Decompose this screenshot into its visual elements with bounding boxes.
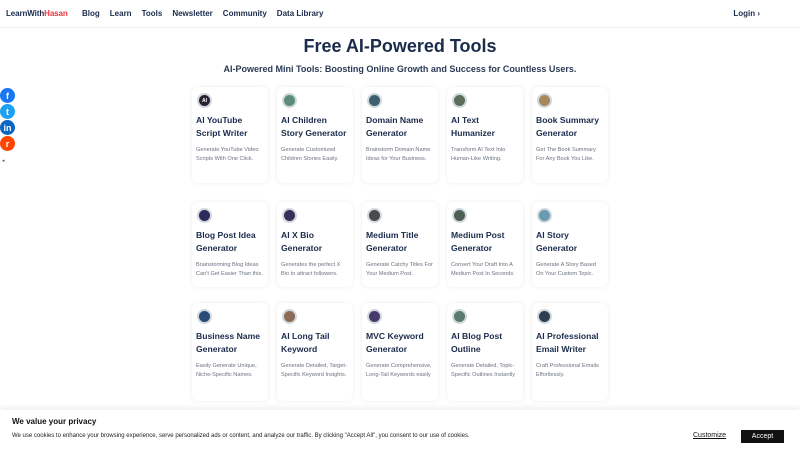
medium-post-icon: [452, 208, 467, 223]
tool-card[interactable]: Medium Post Generator Convert Your Draft …: [447, 202, 523, 287]
tool-description: Generate YouTube Video Scripts With One …: [196, 147, 259, 162]
x-bio-icon: [282, 208, 297, 223]
ai-icon: AI: [197, 93, 212, 108]
tool-title: Blog Post Idea Generator: [196, 230, 256, 253]
tool-card[interactable]: AI Children Story Generator Generate Cust…: [277, 87, 353, 183]
tool-description: Easily Generate Unique, Niche-Specific N…: [196, 363, 257, 378]
login-link[interactable]: Login ›: [733, 9, 760, 18]
nav-tools[interactable]: Tools: [142, 9, 163, 18]
tool-card[interactable]: AI X Bio Generator Generates the perfect …: [277, 202, 353, 287]
tool-description: Generate Catchy Titles For Your Medium P…: [366, 262, 433, 277]
tool-card[interactable]: Blog Post Idea Generator Brainstorming Bl…: [192, 202, 268, 287]
tool-title: AI Text Humanizer: [451, 115, 495, 138]
nav-learn[interactable]: Learn: [110, 9, 132, 18]
medium-title-icon: [367, 208, 382, 223]
tool-card[interactable]: Business Name Generator Easily Generate U…: [192, 303, 268, 401]
tool-description: Craft Professional Emails Effortlessly.: [536, 363, 599, 378]
cookie-text: We use cookies to enhance your browsing …: [12, 433, 470, 439]
logo-text-hasan: Hasan: [44, 9, 68, 18]
page-title: Free AI-Powered Tools: [303, 36, 497, 56]
humanizer-icon: [452, 93, 467, 108]
tool-title: AI X Bio Generator: [281, 230, 323, 253]
tool-card[interactable]: AI Text Humanizer Transform AI Text Into …: [447, 87, 523, 183]
tool-card[interactable]: AI Story Generator Generate A Story Based…: [532, 202, 608, 287]
tool-title: AI Story Generator: [536, 230, 578, 253]
tool-card[interactable]: Medium Title Generator Generate Catchy Ti…: [362, 202, 438, 287]
facebook-icon[interactable]: f: [0, 88, 15, 103]
tool-description: Generate Comprehensive, Long-Tail Keywor…: [366, 363, 432, 378]
customize-button[interactable]: Customize: [693, 432, 726, 439]
tool-description: Brainstorm Domain Name Ideas for Your Bu…: [366, 147, 431, 162]
top-navbar: LearnWithHasan Blog Learn Tools Newslett…: [0, 0, 800, 28]
tool-card[interactable]: AI Professional Email Writer Craft Profes…: [532, 303, 608, 401]
cookie-banner: We value your privacy We use cookies to …: [0, 410, 800, 450]
tool-title: AI Professional Email Writer: [536, 331, 599, 354]
nav-links: Blog Learn Tools Newsletter Community Da…: [82, 9, 323, 18]
tool-title: AI Blog Post Outline: [451, 331, 503, 354]
tool-description: Brainstorming Blog Ideas Can't Get Easie…: [196, 262, 263, 277]
tool-description: Transform AI Text Into Human-Like Writin…: [451, 147, 506, 162]
domain-icon: [367, 93, 382, 108]
site-logo[interactable]: LearnWithHasan: [6, 9, 68, 18]
tool-title: Medium Title Generator: [366, 230, 419, 253]
hide-share-icon[interactable]: ◂: [2, 158, 5, 164]
tool-description: Generate A Story Based On Your Custom To…: [536, 262, 597, 277]
tool-card[interactable]: AI AI YouTube Script Writer Generate YouTu…: [192, 87, 268, 183]
tool-card[interactable]: Book Summary Generator Get The Book Summa…: [532, 87, 608, 183]
outline-icon: [452, 309, 467, 324]
nav-blog[interactable]: Blog: [82, 9, 100, 18]
business-name-icon: [197, 309, 212, 324]
tool-title: Domain Name Generator: [366, 115, 424, 138]
tool-title: AI Children Story Generator: [281, 115, 347, 138]
tool-card[interactable]: AI Long Tail Keyword Generate Detailed, T…: [277, 303, 353, 401]
tool-description: Generate Customized Children Stories Eas…: [281, 147, 339, 162]
tool-title: AI YouTube Script Writer: [196, 115, 248, 138]
tool-description: Convert Your Draft Into A Medium Post In…: [451, 262, 515, 277]
nav-data-library[interactable]: Data Library: [277, 9, 324, 18]
tool-description: Generates the perfect X Bio to attract f…: [281, 262, 341, 277]
book-icon: [537, 93, 552, 108]
long-tail-icon: [282, 309, 297, 324]
nav-community[interactable]: Community: [223, 9, 267, 18]
tool-description: Generate Detailed, Target-Specific Keywo…: [281, 363, 347, 378]
nav-newsletter[interactable]: Newsletter: [172, 9, 212, 18]
mvc-keyword-icon: [367, 309, 382, 324]
cookie-title: We value your privacy: [12, 417, 97, 426]
story-icon: [537, 208, 552, 223]
email-icon: [537, 309, 552, 324]
blog-idea-icon: [197, 208, 212, 223]
page-subtitle: AI-Powered Mini Tools: Boosting Online G…: [223, 64, 577, 74]
tool-title: Business Name Generator: [196, 331, 261, 354]
reddit-icon[interactable]: r: [0, 136, 15, 151]
tool-title: AI Long Tail Keyword: [281, 331, 330, 354]
accept-button[interactable]: Accept: [741, 430, 784, 443]
tool-card[interactable]: MVC Keyword Generator Generate Comprehens…: [362, 303, 438, 401]
tool-description: Get The Book Summary For Any Book You Li…: [536, 147, 596, 162]
tool-card[interactable]: Domain Name Generator Brainstorm Domain N…: [362, 87, 438, 183]
linkedin-icon[interactable]: in: [0, 120, 15, 135]
tool-description: Generate Detailed, Topic-Specific Outlin…: [451, 363, 516, 378]
social-share-bar: f t in r: [0, 88, 16, 152]
tool-title: MVC Keyword Generator: [366, 331, 424, 354]
children-story-icon: [282, 93, 297, 108]
logo-text-learnwith: LearnWith: [6, 9, 45, 18]
tool-card[interactable]: AI Blog Post Outline Generate Detailed, T…: [447, 303, 523, 401]
tool-title: Book Summary Generator: [536, 115, 600, 138]
tool-title: Medium Post Generator: [451, 230, 505, 253]
twitter-icon[interactable]: t: [0, 104, 15, 119]
